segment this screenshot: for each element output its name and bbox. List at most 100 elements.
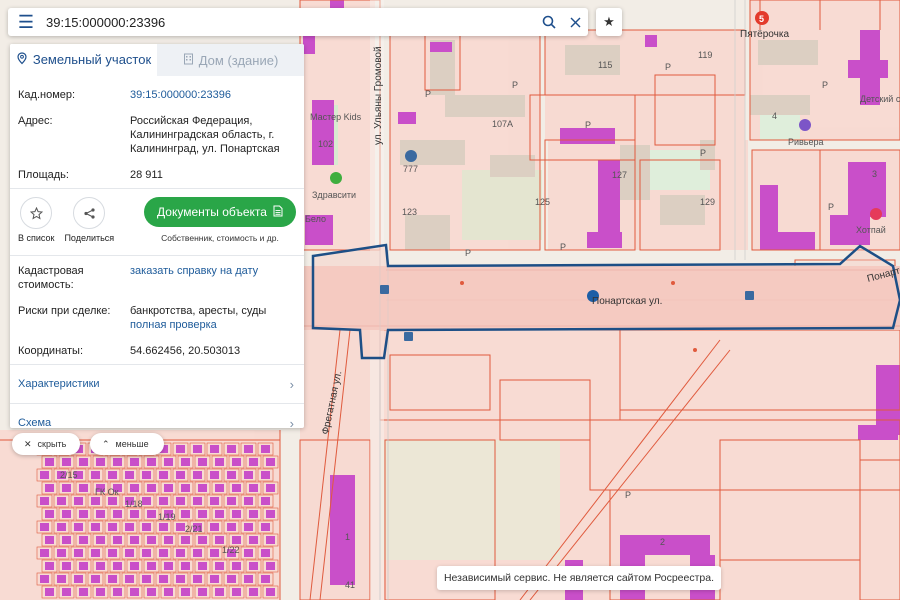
residential-house <box>181 510 190 518</box>
residential-house <box>74 575 83 583</box>
residential-house <box>193 445 202 453</box>
hide-panel-button[interactable]: ✕ скрыть <box>12 433 80 455</box>
scheme-row[interactable]: Схема › <box>10 404 304 429</box>
residential-house <box>164 458 173 466</box>
parking-label: Р <box>700 148 706 158</box>
residential-house <box>45 510 54 518</box>
house-number: 4 <box>772 111 777 121</box>
residential-house <box>57 523 66 531</box>
residential-house <box>125 575 134 583</box>
documents-subtitle: Собственник, стоимость и др. <box>161 233 279 243</box>
residential-house <box>147 588 156 596</box>
collapse-panel-button[interactable]: ⌃ меньше <box>90 433 164 455</box>
residential-house <box>261 523 270 531</box>
house-number: 107А <box>492 119 513 129</box>
parcel-point <box>693 348 697 352</box>
residential-house <box>176 523 185 531</box>
residential-house <box>210 549 219 557</box>
residential-house <box>40 523 49 531</box>
share-button[interactable]: Поделиться <box>64 197 114 243</box>
add-to-list-label: В список <box>18 233 55 243</box>
residential-house <box>108 471 117 479</box>
residential-house <box>198 510 207 518</box>
residential-house <box>244 575 253 583</box>
residential-house <box>244 549 253 557</box>
residential-house <box>266 510 275 518</box>
pin-icon <box>16 51 28 68</box>
row-area: Площадь: 28 911 <box>10 168 304 182</box>
residential-house <box>45 562 54 570</box>
full-check-link[interactable]: полная проверка <box>130 318 296 332</box>
share-label: Поделиться <box>64 233 115 243</box>
residential-house <box>62 588 71 596</box>
star-outline-icon <box>20 197 53 229</box>
order-certificate-link[interactable]: заказать справку на дату <box>130 264 296 292</box>
address-label: Адрес: <box>18 115 53 127</box>
residential-house <box>57 549 66 557</box>
cad-number-value[interactable]: 39:15:000000:23396 <box>130 88 296 102</box>
collapse-panel-label: меньше <box>115 439 149 449</box>
residential-house <box>244 523 253 531</box>
residential-house <box>108 549 117 557</box>
residential-house <box>181 458 190 466</box>
residential-house <box>210 471 219 479</box>
residential-house <box>266 484 275 492</box>
residential-house <box>215 484 224 492</box>
residential-house <box>159 497 168 505</box>
street-label-gromovoy: ул. Ульяны Громовой <box>373 46 384 145</box>
tab-land-plot[interactable]: Земельный участок <box>10 44 157 76</box>
residential-house <box>261 445 270 453</box>
residential-house <box>74 523 83 531</box>
characteristics-row[interactable]: Характеристики › <box>10 365 304 403</box>
documents-button[interactable]: Документы объекта <box>144 197 296 227</box>
residential-house <box>142 523 151 531</box>
residential-house <box>57 575 66 583</box>
residential-house <box>244 445 253 453</box>
residential-house <box>198 588 207 596</box>
residential-house <box>96 536 105 544</box>
residential-house <box>232 484 241 492</box>
residential-house <box>108 497 117 505</box>
residential-house <box>210 523 219 531</box>
residential-house <box>249 510 258 518</box>
add-to-list-button[interactable]: В список <box>18 197 54 243</box>
residential-house <box>62 562 71 570</box>
poi-label-hotpie: Хотпай <box>856 225 886 235</box>
residential-house <box>249 588 258 596</box>
residential-house <box>40 549 49 557</box>
house-number: 129 <box>700 197 715 207</box>
residential-house <box>215 588 224 596</box>
search-icon[interactable] <box>536 8 562 36</box>
street-label-ponartskaya: Понартская ул. <box>592 296 662 307</box>
residential-house <box>79 588 88 596</box>
tab-building[interactable]: Дом (здание) <box>157 44 304 76</box>
residential-house <box>147 484 156 492</box>
parking-label: Р <box>625 490 631 500</box>
hamburger-menu-icon[interactable]: ☰ <box>8 8 44 36</box>
search-input[interactable] <box>44 9 536 35</box>
residential-house <box>227 523 236 531</box>
poi-label-gk: ГК Ок <box>95 487 119 497</box>
row-risks: Риски при сделке: банкротства, аресты, с… <box>10 304 304 332</box>
residential-house <box>45 458 54 466</box>
residential-house <box>266 562 275 570</box>
coordinates-value: 54.662456, 20.503013 <box>130 345 241 357</box>
area-value: 28 911 <box>130 169 163 181</box>
residential-house <box>232 536 241 544</box>
parking-label: Р <box>425 89 431 99</box>
residential-house <box>96 510 105 518</box>
residential-house <box>261 471 270 479</box>
residential-house <box>79 562 88 570</box>
residential-house <box>193 549 202 557</box>
clear-icon[interactable] <box>562 8 588 36</box>
address-value: Российская Федерация, Калининградская об… <box>130 115 280 155</box>
residential-house <box>40 471 49 479</box>
house-number: 102 <box>318 139 333 149</box>
residential-house <box>45 588 54 596</box>
documents-button-label: Документы объекта <box>157 205 267 219</box>
residential-house <box>96 562 105 570</box>
residential-house <box>176 549 185 557</box>
poi-label-kindergarten-text: Детский сад № 57, корпус № 3 <box>860 94 900 104</box>
building-icon <box>183 53 194 68</box>
bookmark-star-icon[interactable]: ★ <box>596 8 622 36</box>
